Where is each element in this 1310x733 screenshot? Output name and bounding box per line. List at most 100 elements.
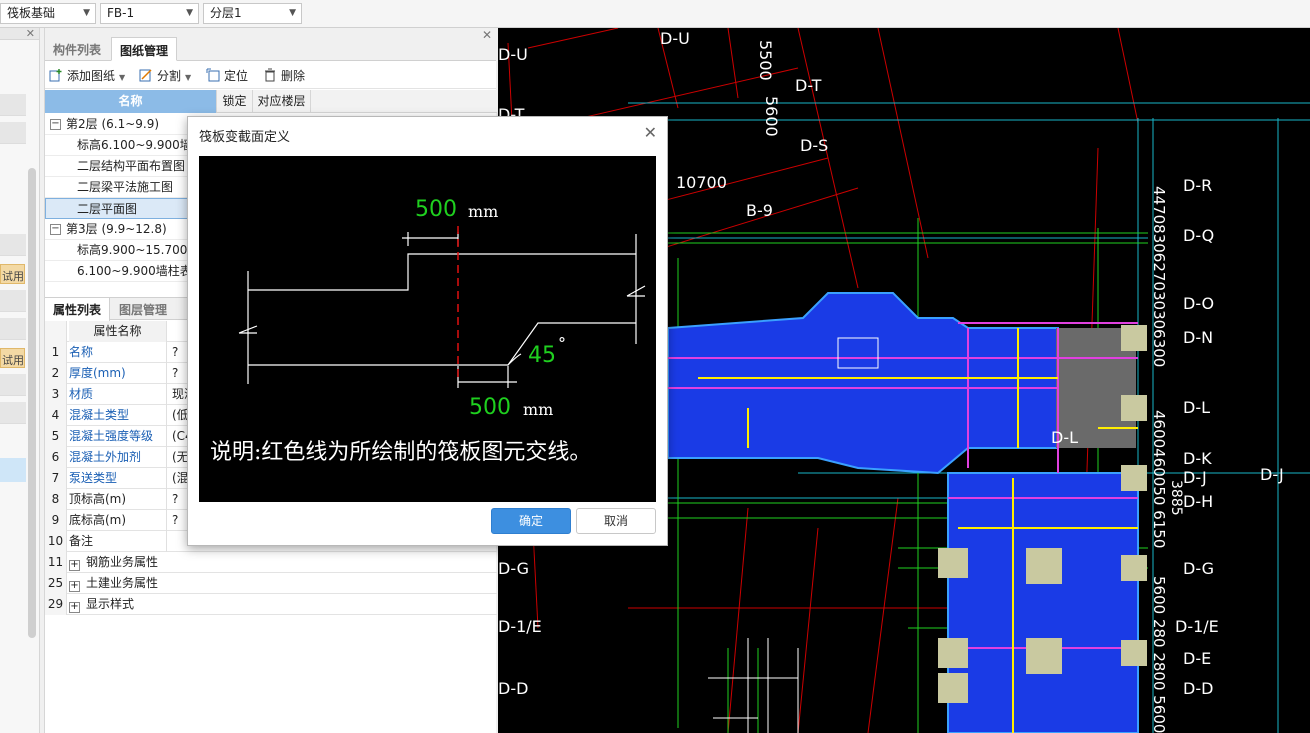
property-name: 材质 [69,384,167,405]
category-value: 筏板基础 [7,6,56,20]
expand-icon[interactable]: + [69,581,80,592]
axis-label: D-1/E [498,617,542,636]
axis-label: D-L [1051,428,1078,447]
top-offset-value[interactable]: 500 [415,197,457,222]
left-panel-strip: ✕ 试用 试用 [0,27,40,733]
property-name-header: 属性名称 [69,321,167,342]
expand-icon[interactable]: + [69,560,80,571]
locate-button[interactable]: 定位 [206,67,248,84]
trial-tag[interactable]: 试用 [0,264,25,284]
close-icon[interactable]: ✕ [482,28,492,42]
axis-label: D-L [1183,398,1210,417]
dimension-text: 5600 280 2800 5600 [1150,576,1168,733]
collapse-icon[interactable]: − [50,119,61,130]
left-strip-selected[interactable] [0,458,26,482]
property-value[interactable]: ? [172,342,178,362]
left-strip-button[interactable] [0,122,26,144]
property-group-row[interactable]: 29 + 显示样式 [45,594,497,615]
top-toolbar: 筏板基础 ▼ FB-1 ▼ 分层1 ▼ [0,0,1310,28]
split-button[interactable]: 分割 ▼ [139,67,191,84]
property-group-label: 钢筋业务属性 [86,555,159,569]
property-group-label: 土建业务属性 [86,576,159,590]
drawing-toolbar: 添加图纸 ▼ 分割 ▼ 定位 删除 [45,61,496,89]
axis-label: D-H [1183,492,1213,511]
delete-button[interactable]: 删除 [263,67,305,84]
split-icon [139,69,152,82]
column-name[interactable]: 名称 [45,90,217,113]
axis-label: D-J [1260,465,1284,484]
dimension-text: 5600 [762,96,781,137]
row-number: 25 [45,573,67,594]
property-value[interactable]: ? [172,363,178,383]
property-value[interactable]: ? [172,489,178,509]
property-group: + 显示样式 [69,594,369,615]
property-group-label: 显示样式 [86,597,135,611]
property-name: 混凝土类型 [69,405,167,426]
property-value[interactable]: ? [172,510,178,530]
angle-value[interactable]: 45 [528,343,556,368]
cancel-button[interactable]: 取消 [576,508,656,534]
collapse-icon[interactable]: − [50,224,61,235]
column-floor[interactable]: 对应楼层 [253,90,311,113]
row-number: 3 [45,384,67,405]
axis-label: D-S [800,136,828,155]
expand-icon[interactable]: + [69,602,80,613]
category-select[interactable]: 筏板基础 ▼ [0,3,96,24]
property-group-row[interactable]: 11 + 钢筋业务属性 [45,552,497,573]
axis-label: D-R [1183,176,1212,195]
row-number: 29 [45,594,67,615]
axis-label: D-G [498,559,529,578]
tab-property-list[interactable]: 属性列表 [45,298,111,321]
add-drawing-button[interactable]: 添加图纸 ▼ [49,67,125,84]
axis-label: B-9 [746,201,773,220]
bottom-offset-value[interactable]: 500 [469,395,511,420]
add-drawing-label: 添加图纸 [67,69,116,83]
chevron-down-icon: ▼ [119,73,126,82]
property-group-row[interactable]: 25 + 土建业务属性 [45,573,497,594]
axis-label: D-E [1183,649,1211,668]
property-name: 泵送类型 [69,468,167,489]
left-strip-button[interactable] [0,290,26,312]
left-strip-button[interactable] [0,234,26,256]
close-icon[interactable]: ✕ [26,27,35,40]
bottom-offset-unit: mm [523,400,553,419]
component-value: FB-1 [107,6,135,20]
tab-layer-management[interactable]: 图层管理 [111,298,175,321]
locate-label: 定位 [224,69,249,83]
row-number: 4 [45,405,67,426]
axis-label: D-K [1183,449,1212,468]
tab-component-list[interactable]: 构件列表 [45,37,109,61]
tab-drawing-management[interactable]: 图纸管理 [111,37,178,61]
axis-label: D-U [498,45,528,64]
row-number: 10 [45,531,67,552]
chevron-down-icon: ▼ [83,8,90,18]
scrollbar[interactable] [28,168,36,638]
axis-label: D-U [660,29,690,48]
axis-label: D-J [1183,468,1207,487]
axis-label: D-1/E [1175,617,1219,636]
raft-slab-lower [947,472,1139,733]
column-lock[interactable]: 锁定 [217,90,253,113]
section-preview: 500 mm 45 ° 500 mm 说明:红色线为所绘制的筏板图元交线。 [199,156,656,502]
row-number: 6 [45,447,67,468]
left-strip-button[interactable] [0,402,26,424]
property-name: 名称 [69,342,167,363]
left-strip-button[interactable] [0,374,26,396]
component-select[interactable]: FB-1 ▼ [100,3,199,24]
confirm-button[interactable]: 确定 [491,508,571,534]
tree-item-label: 二层梁平法施工图 [77,180,174,194]
split-label: 分割 [157,69,182,83]
dimension-text: 4470830627030306300 [1150,186,1168,367]
close-icon[interactable]: ✕ [644,123,657,142]
axis-label: D-O [1183,294,1214,313]
property-name: 备注 [69,531,167,552]
property-name: 厚度(mm) [69,363,167,384]
layer-select[interactable]: 分层1 ▼ [203,3,302,24]
left-strip-button[interactable] [0,318,26,340]
layer-value: 分层1 [210,6,242,20]
left-strip-button[interactable] [0,94,26,116]
section-diagram: 500 mm 45 ° 500 mm 说明:红色线为所绘制的筏板图元交线。 [210,197,646,465]
left-strip-header: ✕ [0,27,39,40]
axis-label: D-D [1183,679,1213,698]
trial-tag[interactable]: 试用 [0,348,25,368]
